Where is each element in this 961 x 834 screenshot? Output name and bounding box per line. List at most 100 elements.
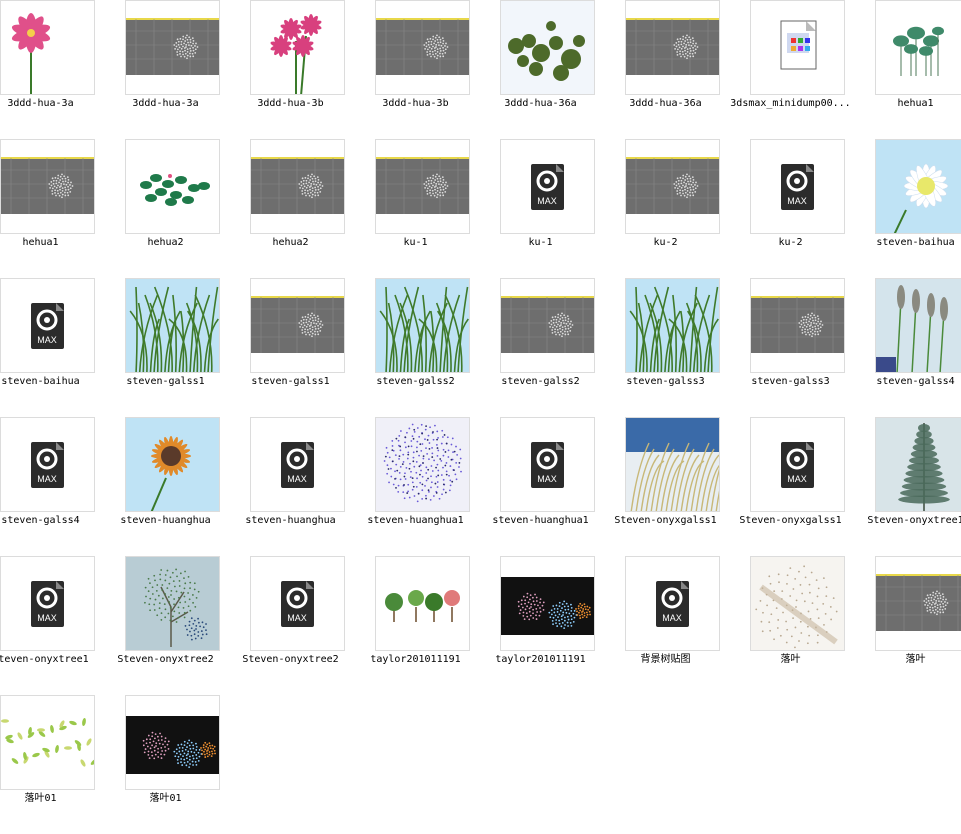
file-item[interactable]: 3ddd-hua-36a: [603, 0, 728, 139]
file-name-label: steven-huanghua: [120, 515, 211, 526]
file-name-label: taylor201011191: [495, 654, 586, 665]
file-name-label: ku-1: [403, 237, 428, 248]
svg-text:MAX: MAX: [537, 474, 557, 484]
file-item[interactable]: steven-galss1: [228, 278, 353, 417]
max-file-icon: MAX: [0, 278, 95, 373]
file-item[interactable]: Steven-onyxtree2: [103, 556, 228, 695]
file-item[interactable]: steven-galss3: [603, 278, 728, 417]
svg-text:MAX: MAX: [787, 196, 807, 206]
file-item[interactable]: MAX ku-1: [478, 139, 603, 278]
file-name-label: 背景树贴图: [640, 654, 691, 665]
file-item[interactable]: hehua2: [103, 139, 228, 278]
file-item[interactable]: steven-galss2: [478, 278, 603, 417]
file-item[interactable]: 3dsmax_minidump00...: [728, 0, 853, 139]
file-name-label: 3ddd-hua-3a: [132, 98, 199, 109]
file-item[interactable]: 3ddd-hua-3b: [228, 0, 353, 139]
file-item[interactable]: hehua1: [0, 139, 103, 278]
file-name-label: steven-huanghua1: [492, 515, 589, 526]
file-item[interactable]: ku-2: [603, 139, 728, 278]
file-name-label: Steven-onyxtree2: [117, 654, 214, 665]
max-file-icon: MAX: [250, 417, 345, 512]
file-name-label: 3ddd-hua-3a: [7, 98, 74, 109]
file-name-label: Steven-onyxtree1: [867, 515, 961, 526]
file-item[interactable]: MAX steven-huanghua1: [478, 417, 603, 556]
file-item[interactable]: 3ddd-hua-36a: [478, 0, 603, 139]
file-item[interactable]: hehua2: [228, 139, 353, 278]
viewport-render-icon: [875, 556, 961, 651]
dry-grass-icon: [625, 417, 720, 512]
dark-render-icon: [500, 556, 595, 651]
file-name-label: steven-galss1: [251, 376, 330, 387]
file-item[interactable]: taylor201011191: [353, 556, 478, 695]
file-item[interactable]: steven-galss1: [103, 278, 228, 417]
lotus-leaves-icon: [125, 139, 220, 234]
file-item[interactable]: MAX steven-baihua: [0, 278, 103, 417]
max-file-icon: MAX: [750, 417, 845, 512]
file-name-label: steven-galss2: [501, 376, 580, 387]
file-item[interactable]: 落叶: [728, 556, 853, 695]
file-name-label: steven-galss4: [1, 515, 80, 526]
file-name-label: 落叶01: [24, 793, 57, 804]
file-item[interactable]: steven-galss3: [728, 278, 853, 417]
file-name-label: Steven-onyxtree2: [242, 654, 339, 665]
svg-text:MAX: MAX: [37, 474, 57, 484]
viewport-render-icon: [625, 0, 720, 95]
orange-daisy-icon: [125, 417, 220, 512]
file-item[interactable]: steven-galss4: [853, 278, 961, 417]
file-item[interactable]: taylor201011191: [478, 556, 603, 695]
max-file-icon: MAX: [500, 139, 595, 234]
file-item[interactable]: MAX ku-2: [728, 139, 853, 278]
lotus-plant-icon: [875, 0, 961, 95]
file-item[interactable]: hehua1: [853, 0, 961, 139]
file-item[interactable]: MAX steven-huanghua: [228, 417, 353, 556]
file-item[interactable]: steven-galss2: [353, 278, 478, 417]
file-item[interactable]: 落叶: [853, 556, 961, 695]
file-name-label: steven-galss3: [751, 376, 830, 387]
file-thumbnail-grid: 3ddd-hua-3a 3ddd-hua-3a 3ddd-hua-3b 3ddd…: [0, 0, 961, 823]
leaf-litter-icon: [750, 556, 845, 651]
small-trees-icon: [375, 556, 470, 651]
file-item[interactable]: MAX Steven-onyxgalss1: [728, 417, 853, 556]
viewport-render-icon: [625, 139, 720, 234]
file-name-label: ku-2: [653, 237, 678, 248]
file-item[interactable]: 3ddd-hua-3b: [353, 0, 478, 139]
file-item[interactable]: MAX Steven-onyxtree2: [228, 556, 353, 695]
file-name-label: ku-2: [778, 237, 803, 248]
file-item[interactable]: MAX Steven-onyxtree1: [0, 556, 103, 695]
file-item[interactable]: 落叶01: [103, 695, 228, 834]
file-name-label: Steven-onyxgalss1: [614, 515, 717, 526]
file-name-label: 落叶: [780, 654, 801, 665]
viewport-render-icon: [500, 278, 595, 373]
file-name-label: hehua1: [22, 237, 59, 248]
file-item[interactable]: MAX 背景树贴图: [603, 556, 728, 695]
file-name-label: 3ddd-hua-3b: [382, 98, 449, 109]
pink-lily-cluster-icon: [250, 0, 345, 95]
svg-text:MAX: MAX: [37, 613, 57, 623]
dump-file-icon: [750, 0, 845, 95]
file-item[interactable]: 3ddd-hua-3a: [0, 0, 103, 139]
file-name-label: steven-galss4: [876, 376, 955, 387]
file-item[interactable]: Steven-onyxgalss1: [603, 417, 728, 556]
lily-pads-icon: [500, 0, 595, 95]
falling-leaves-icon: [0, 695, 95, 790]
file-item[interactable]: steven-baihua: [853, 139, 961, 278]
file-name-label: steven-baihua: [876, 237, 955, 248]
file-name-label: hehua2: [147, 237, 184, 248]
file-name-label: steven-huanghua: [245, 515, 336, 526]
viewport-render-icon: [375, 139, 470, 234]
file-item[interactable]: 3ddd-hua-3a: [103, 0, 228, 139]
viewport-render-icon: [750, 278, 845, 373]
file-item[interactable]: MAX steven-galss4: [0, 417, 103, 556]
file-item[interactable]: 落叶01: [0, 695, 103, 834]
svg-text:MAX: MAX: [287, 474, 307, 484]
file-name-label: steven-galss3: [626, 376, 705, 387]
file-name-label: 3ddd-hua-36a: [629, 98, 702, 109]
file-item[interactable]: steven-huanghua: [103, 417, 228, 556]
file-name-label: steven-baihua: [1, 376, 80, 387]
file-item[interactable]: ku-1: [353, 139, 478, 278]
file-name-label: 落叶: [905, 654, 926, 665]
file-name-label: 落叶01: [149, 793, 182, 804]
pampas-grass-icon: [875, 278, 961, 373]
file-item[interactable]: steven-huanghua1: [353, 417, 478, 556]
file-item[interactable]: Steven-onyxtree1: [853, 417, 961, 556]
